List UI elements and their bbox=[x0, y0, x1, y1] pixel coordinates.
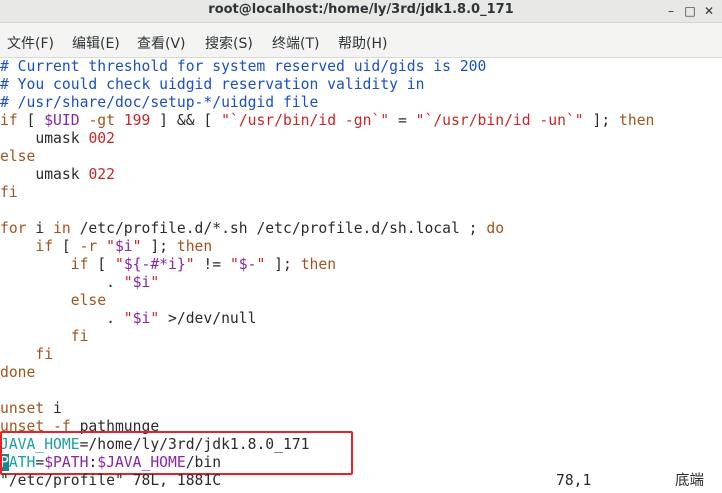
code-line: if [ "${-#*i}" != "$-" ]; then bbox=[70, 256, 337, 273]
menu-search[interactable]: 搜索(S) bbox=[205, 33, 253, 53]
close-icon: ✕ bbox=[703, 4, 715, 18]
code-line: fi bbox=[35, 346, 54, 363]
code-line: done bbox=[0, 364, 36, 381]
status-cursor-position: 78,1 bbox=[556, 472, 592, 489]
code-line: # /usr/share/doc/setup-*/uidgid file bbox=[0, 94, 319, 111]
code-line: . "$i" >/dev/null bbox=[0, 310, 257, 327]
code-line: # You could check uidgid reservation val… bbox=[0, 76, 425, 93]
menu-terminal[interactable]: 终端(T) bbox=[272, 33, 319, 53]
code-line: fi bbox=[70, 328, 89, 345]
maximize-button[interactable]: □ bbox=[682, 3, 698, 19]
menu-bar: 文件(F) 编辑(E) 查看(V) 搜索(S) 终端(T) 帮助(H) bbox=[0, 23, 722, 58]
code-line: for i in /etc/profile.d/*.sh /etc/profil… bbox=[0, 220, 505, 237]
close-button[interactable]: ✕ bbox=[701, 3, 717, 19]
minimize-button[interactable]: – bbox=[663, 3, 679, 19]
menu-file[interactable]: 文件(F) bbox=[7, 33, 54, 53]
code-line: unset i bbox=[0, 400, 62, 417]
title-bar: root@localhost:/home/ly/3rd/jdk1.8.0_171… bbox=[0, 0, 722, 23]
code-line: umask 002 bbox=[0, 130, 115, 147]
code-line: fi bbox=[0, 184, 18, 201]
window-title: root@localhost:/home/ly/3rd/jdk1.8.0_171 bbox=[208, 2, 514, 17]
status-file-info: "/etc/profile" 78L, 1881C bbox=[0, 472, 222, 489]
highlight-box bbox=[0, 431, 353, 475]
code-line: if [ $UID -gt 199 ] && [ "`/usr/bin/id -… bbox=[0, 112, 655, 129]
terminal-area[interactable]: # Current threshold for system reserved … bbox=[0, 58, 722, 493]
code-line: else bbox=[0, 148, 36, 165]
minimize-icon: – bbox=[668, 4, 674, 18]
code-line: . "$i" bbox=[0, 274, 160, 291]
code-line: else bbox=[70, 292, 107, 309]
menu-help[interactable]: 帮助(H) bbox=[338, 33, 387, 53]
menu-view[interactable]: 查看(V) bbox=[137, 33, 186, 53]
code-line: umask 022 bbox=[0, 166, 115, 183]
maximize-icon: □ bbox=[684, 4, 696, 18]
menu-edit[interactable]: 编辑(E) bbox=[72, 33, 120, 53]
code-line: if [ -r "$i" ]; then bbox=[35, 238, 213, 255]
code-line: # Current threshold for system reserved … bbox=[0, 58, 487, 75]
status-scroll-position: 底端 bbox=[675, 473, 704, 489]
